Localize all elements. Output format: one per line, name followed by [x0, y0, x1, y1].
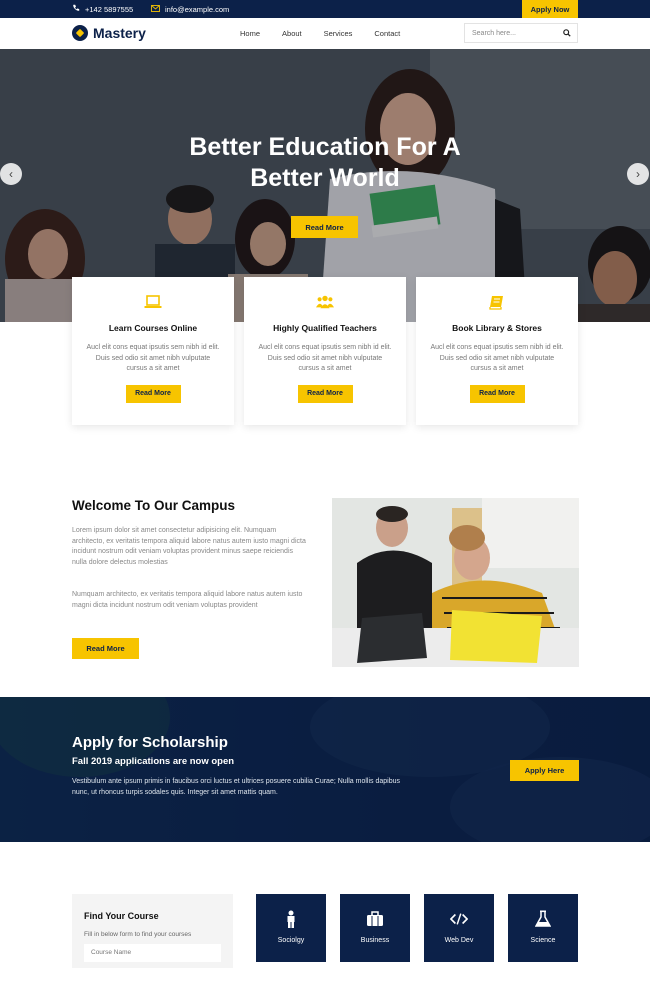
laptop-icon — [144, 294, 162, 310]
feature-text: Aucl elit cons equat ipsutis sem nibh id… — [430, 344, 564, 372]
apply-now-button[interactable]: Apply Now — [522, 0, 578, 18]
course-label: Web Dev — [444, 937, 474, 944]
person-icon — [282, 910, 300, 928]
nav-item-about[interactable]: About — [282, 29, 302, 38]
course-name-input[interactable]: Course Name — [84, 944, 221, 962]
search-input[interactable]: Search here... — [465, 30, 557, 37]
envelope-icon — [151, 4, 160, 14]
search-box[interactable]: Search here... — [464, 23, 578, 43]
nav-menu: Home About Services Contact — [240, 18, 422, 49]
feature-read-more-button[interactable]: Read More — [125, 384, 181, 403]
feature-title: Book Library & Stores — [452, 323, 542, 333]
main-nav: Mastery Home About Services Contact Sear… — [0, 18, 650, 49]
book-icon — [488, 294, 506, 310]
feature-card-library: Book Library & Stores Aucl elit cons equ… — [416, 277, 578, 425]
find-course-form: Find Your Course Fill in below form to f… — [72, 894, 233, 968]
phone-number: +142 5897555 — [85, 4, 134, 14]
scholarship-title: Apply for Scholarship — [72, 734, 228, 751]
feature-title: Learn Courses Online — [108, 323, 198, 333]
code-icon — [450, 910, 468, 928]
slider-prev-arrow-icon[interactable]: ‹ — [0, 163, 22, 185]
feature-card-teachers: Highly Qualified Teachers Aucl elit cons… — [244, 277, 406, 425]
feature-read-more-button[interactable]: Read More — [297, 384, 353, 403]
find-course-title: Find Your Course — [84, 911, 159, 921]
nav-item-services[interactable]: Services — [324, 29, 353, 38]
course-category-science[interactable]: Science — [508, 894, 578, 962]
hero-title: Better Education For A Better World — [189, 133, 461, 192]
logo-mark — [72, 25, 88, 41]
feature-card-courses: Learn Courses Online Aucl elit cons equa… — [72, 277, 234, 425]
campus-paragraph-1: Lorem ipsum dolor sit amet consectetur a… — [72, 527, 306, 566]
email-info: info@example.com — [151, 0, 229, 18]
nav-item-contact[interactable]: Contact — [374, 29, 400, 38]
find-course-subtitle: Fill in below form to find your courses — [84, 931, 192, 938]
campus-photo — [332, 498, 579, 667]
phone-info: +142 5897555 — [72, 0, 133, 18]
course-category-web-dev[interactable]: Web Dev — [424, 894, 494, 962]
logo[interactable]: Mastery — [72, 25, 146, 41]
course-label: Science — [530, 937, 556, 944]
feature-read-more-button[interactable]: Read More — [469, 384, 525, 403]
scholarship-text: Vestibulum ante ipsum primis in faucibus… — [72, 778, 400, 796]
course-category-sociology[interactable]: Sociolgy — [256, 894, 326, 962]
hero-read-more-button[interactable]: Read More — [291, 216, 358, 238]
course-label: Business — [360, 937, 390, 944]
briefcase-icon — [366, 910, 384, 928]
apply-here-button[interactable]: Apply Here — [510, 760, 579, 781]
phone-icon — [72, 4, 80, 14]
campus-paragraph-2: Numquam architecto, ex veritatis tempora… — [72, 591, 303, 609]
email-address[interactable]: info@example.com — [165, 5, 229, 14]
feature-text: Aucl elit cons equat ipsutis sem nibh id… — [258, 344, 392, 372]
scholarship-banner: Apply for Scholarship Fall 2019 applicat… — [0, 697, 650, 842]
campus-title: Welcome To Our Campus — [72, 498, 236, 513]
users-icon — [316, 294, 334, 310]
feature-text: Aucl elit cons equat ipsutis sem nibh id… — [86, 344, 220, 372]
brand-name: Mastery — [93, 25, 146, 41]
top-bar: +142 5897555 info@example.com Apply Now — [0, 0, 650, 18]
search-icon[interactable] — [557, 24, 577, 42]
feature-title: Highly Qualified Teachers — [273, 323, 377, 333]
course-label: Sociolgy — [277, 937, 305, 944]
nav-item-home[interactable]: Home — [240, 29, 260, 38]
scholarship-subtitle: Fall 2019 applications are now open — [72, 756, 235, 767]
campus-read-more-button[interactable]: Read More — [72, 638, 139, 659]
flask-icon — [534, 910, 552, 928]
slider-next-arrow-icon[interactable]: › — [627, 163, 649, 185]
course-category-business[interactable]: Business — [340, 894, 410, 962]
